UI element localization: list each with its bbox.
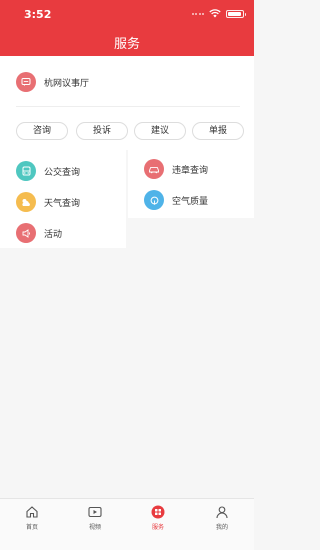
wifi-icon xyxy=(209,9,221,18)
weather-icon xyxy=(16,192,36,212)
service-label: 活动 xyxy=(44,229,63,240)
service-label: 公交查询 xyxy=(44,167,81,178)
service-weather-query[interactable]: 天气查询 xyxy=(0,187,126,217)
report-button[interactable]: 单报 xyxy=(192,122,244,140)
status-time: 3:52 xyxy=(24,8,52,21)
hall-card: 杭网议事厅 咨询 投诉 建议 单报 xyxy=(0,56,254,150)
page-title: 服务 xyxy=(113,37,140,52)
service-label: 天气查询 xyxy=(44,198,81,209)
tab-services[interactable]: 服务 xyxy=(138,505,178,531)
divider xyxy=(16,106,240,107)
status-icons xyxy=(191,9,246,18)
hall-label: 杭网议事厅 xyxy=(44,78,90,89)
suggestion-button[interactable]: 建议 xyxy=(134,122,186,140)
complaint-button[interactable]: 投诉 xyxy=(76,122,128,140)
status-bar: 3:52 xyxy=(0,0,254,28)
services-grid-icon xyxy=(151,505,165,519)
header-bar: 3:52 服务 xyxy=(0,0,254,56)
bus-icon xyxy=(16,161,36,181)
services-right-list: 违章查询 空气质量 xyxy=(128,150,254,218)
service-violation-query[interactable]: 违章查询 xyxy=(128,154,254,184)
service-air-quality[interactable]: 空气质量 xyxy=(128,185,254,215)
tab-label: 首页 xyxy=(25,524,38,531)
tab-profile[interactable]: 我的 xyxy=(202,505,242,531)
hall-entry[interactable]: 杭网议事厅 xyxy=(16,72,89,92)
tab-label: 视频 xyxy=(88,524,101,531)
services-left-list: 公交查询 天气查询 活动 xyxy=(0,150,126,248)
signal-icon xyxy=(191,12,204,15)
home-icon xyxy=(26,506,38,518)
air-quality-icon xyxy=(144,190,164,210)
tab-label: 服务 xyxy=(151,524,164,531)
tab-video[interactable]: 视频 xyxy=(75,505,115,531)
profile-icon xyxy=(216,506,228,519)
service-label: 违章查询 xyxy=(172,165,209,176)
megaphone-icon xyxy=(16,223,36,243)
chat-hall-icon xyxy=(16,72,36,92)
bottom-tab-bar: 首页 视频 服务 我的 xyxy=(0,498,254,550)
consult-button[interactable]: 咨询 xyxy=(16,122,68,140)
video-icon xyxy=(88,506,102,518)
action-pills: 咨询 投诉 建议 单报 xyxy=(16,122,244,140)
service-activity[interactable]: 活动 xyxy=(0,218,126,248)
tab-home[interactable]: 首页 xyxy=(12,505,52,531)
service-bus-query[interactable]: 公交查询 xyxy=(0,156,126,186)
tab-label: 我的 xyxy=(215,524,228,531)
car-icon xyxy=(144,159,164,179)
service-label: 空气质量 xyxy=(172,196,209,207)
battery-icon xyxy=(226,9,246,18)
